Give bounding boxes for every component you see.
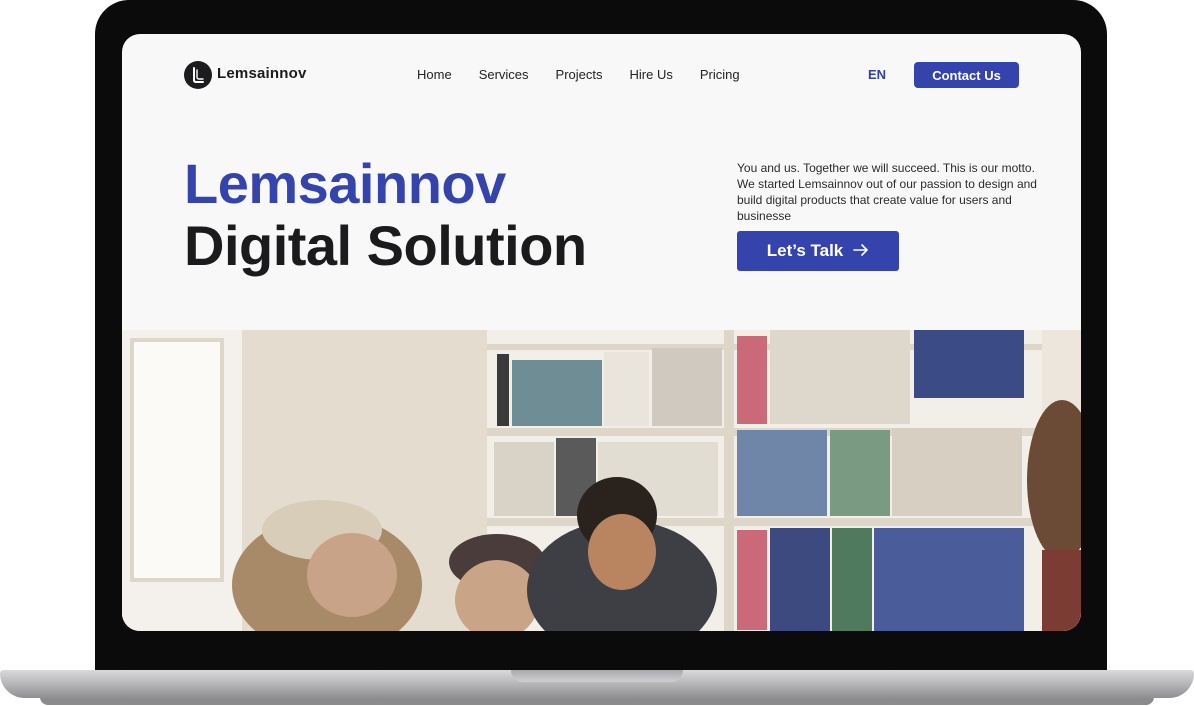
main-navigation: Home Services Projects Hire Us Pricing xyxy=(417,67,767,82)
lets-talk-label: Let’s Talk xyxy=(766,241,844,260)
hero-description: You and us. Together we will succeed. Th… xyxy=(737,161,1037,223)
lets-talk-button[interactable]: Let’s Talk xyxy=(737,231,899,271)
nav-item-home[interactable]: Home xyxy=(417,67,452,82)
brand-name[interactable]: Lemsainnov xyxy=(217,65,307,82)
hero-team-photo xyxy=(122,330,1081,631)
brand-logo-icon[interactable] xyxy=(184,61,212,89)
arrow-right-icon xyxy=(853,241,869,261)
hero-title-line1: Lemsainnov xyxy=(184,152,506,215)
language-selector[interactable]: EN xyxy=(868,67,886,82)
nav-item-services[interactable]: Services xyxy=(479,67,529,82)
nav-item-hire-us[interactable]: Hire Us xyxy=(630,67,673,82)
nav-item-projects[interactable]: Projects xyxy=(556,67,603,82)
laptop-base-notch xyxy=(511,670,683,682)
nav-item-pricing[interactable]: Pricing xyxy=(700,67,740,82)
laptop-base-shadow xyxy=(40,697,1154,705)
website-screen: Lemsainnov Home Services Projects Hire U… xyxy=(122,34,1081,631)
contact-us-button[interactable]: Contact Us xyxy=(914,62,1019,88)
hero-title-line2: Digital Solution xyxy=(184,214,587,277)
